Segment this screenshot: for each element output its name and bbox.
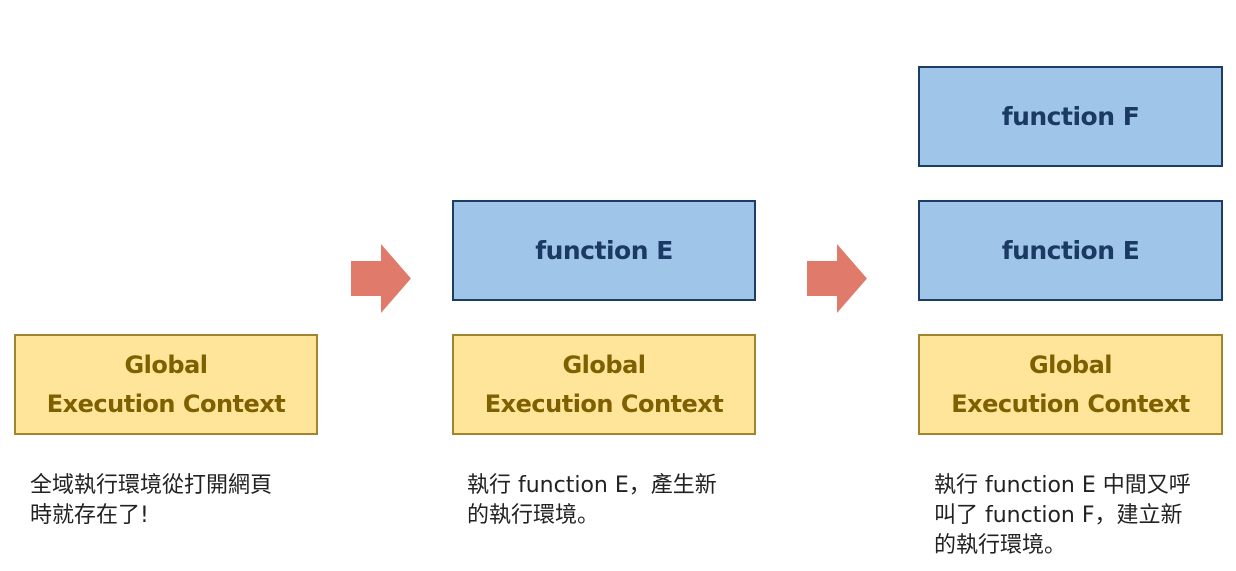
stage3-global-line2: Execution Context — [951, 389, 1190, 418]
stage3-function-e-box: function E — [918, 200, 1223, 301]
stage1-global-execution-context-box: Global Execution Context — [14, 334, 318, 435]
right-arrow-icon — [807, 244, 867, 313]
stage3-caption: 執行 function E 中間又呼 叫了 function F，建立新 的執行… — [934, 471, 1191, 561]
right-arrow-icon — [351, 244, 411, 313]
stage1-global-line1: Global — [124, 350, 208, 379]
stage2-global-line1: Global — [562, 350, 646, 379]
stage3-caption-line1: 執行 function E 中間又呼 — [934, 473, 1191, 498]
stage1-caption-line2: 時就存在了! — [30, 503, 149, 528]
stage1-global-line2: Execution Context — [46, 389, 286, 418]
stage2-global-execution-context-box: Global Execution Context — [452, 334, 756, 435]
stage1-caption: 全域執行環境從打開網頁 時就存在了! — [30, 471, 272, 531]
stage3-caption-line3: 的執行環境。 — [934, 533, 1067, 558]
stage2-caption-line2: 的執行環境。 — [467, 503, 600, 528]
stage3-global-line1: Global — [1028, 350, 1113, 379]
stage2-caption: 執行 function E，產生新 的執行環境。 — [467, 471, 717, 531]
stage3-function-e-label: function E — [1001, 236, 1140, 265]
stage3-global-execution-context-box: Global Execution Context — [918, 334, 1223, 435]
stage3-caption-line2: 叫了 function F，建立新 — [934, 503, 1183, 528]
stage3-function-f-box: function F — [918, 66, 1223, 167]
stage1-caption-line1: 全域執行環境從打開網頁 — [30, 473, 273, 498]
stage2-global-line2: Execution Context — [484, 389, 724, 418]
stage2-function-e-box: function E — [452, 200, 756, 301]
stage2-caption-line1: 執行 function E，產生新 — [467, 473, 717, 498]
stage3-function-f-label: function F — [1001, 102, 1140, 131]
stage2-function-e-label: function E — [535, 236, 673, 265]
